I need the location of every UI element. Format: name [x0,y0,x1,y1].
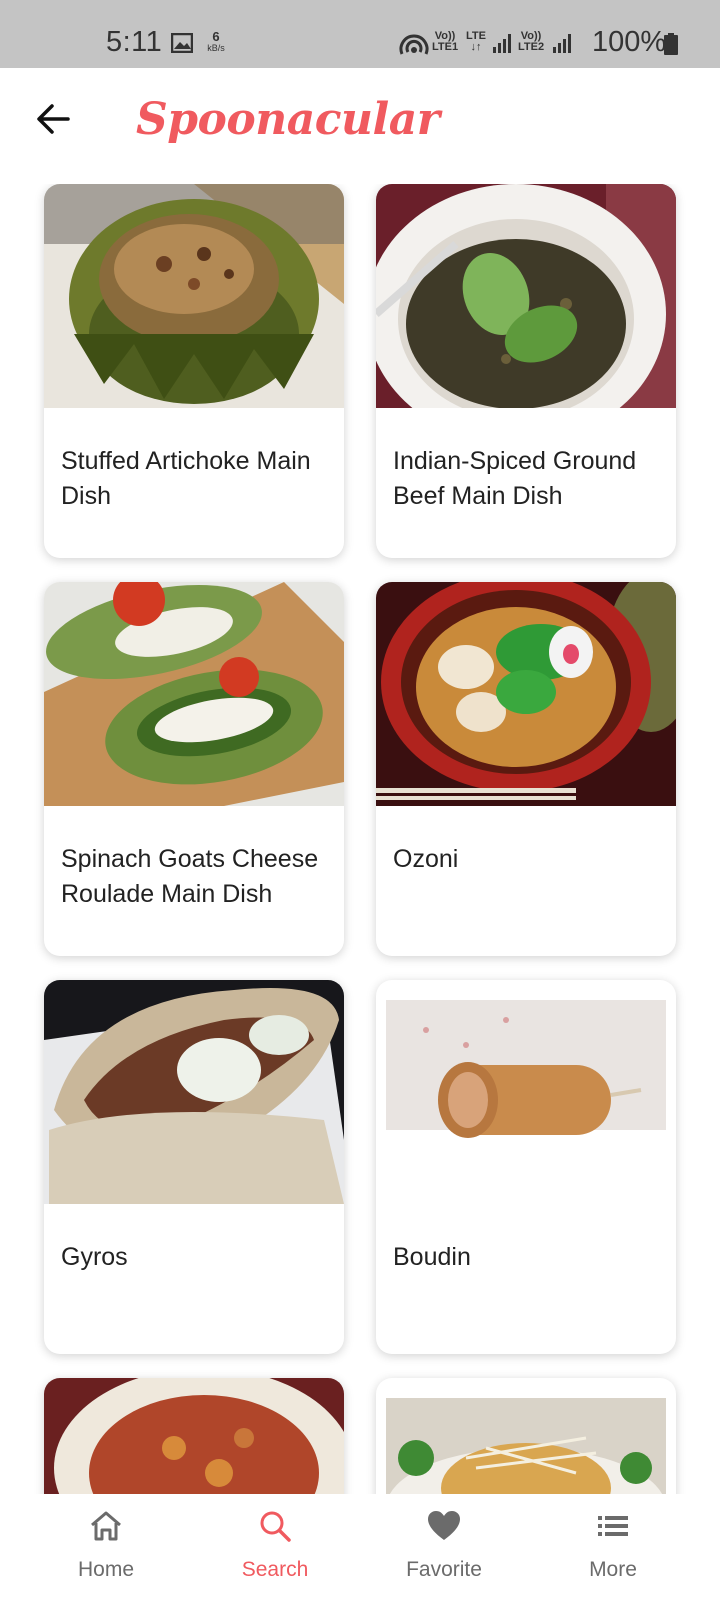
recipe-title: Ozoni [393,845,459,873]
sim1-bottom: LTE1 [432,41,459,53]
app-title: Spoonacular [136,94,440,145]
hotspot-icon [399,34,429,55]
nav-more-label: More [589,1558,637,1581]
nav-home-label: Home [77,1558,135,1581]
nav-search-label: Search [241,1558,309,1581]
nav-favorite[interactable]: Favorite [374,1494,514,1600]
recipe-image [386,1000,666,1186]
battery-percent: 100% [592,26,667,58]
status-bar: 5:11 6 kB/s Vo)) LTE1 LTE ↓↑ Vo)) LTE2 1… [0,0,720,68]
nav-more[interactable]: More [543,1494,683,1600]
sim2-bottom: LTE2 [518,41,545,53]
search-icon [260,1511,291,1542]
recipe-image [44,1378,344,1494]
sim1-volte: Vo)) LTE1 [432,31,458,53]
recipe-image [376,184,676,408]
recipe-card[interactable]: Boudin [376,980,676,1354]
app-bar: Spoonacular [0,68,720,184]
status-time: 5:11 [106,26,163,58]
recipe-image [376,582,676,806]
recipe-title: Boudin [393,1243,471,1271]
signal-icon-sim2 [553,34,571,53]
recipe-image [44,184,344,408]
recipe-grid[interactable]: Stuffed Artichoke Main Dish Indian-Spice… [0,184,720,1494]
recipe-card[interactable] [376,1378,676,1494]
back-arrow-icon[interactable] [32,98,74,140]
image-icon [171,33,193,53]
home-icon [91,1511,121,1541]
nav-favorite-label: Favorite [406,1558,482,1581]
battery-icon [664,33,678,55]
speed-unit: kB/s [207,43,225,53]
recipe-card[interactable]: Stuffed Artichoke Main Dish [44,184,344,558]
signal-icon-sim1 [493,34,511,53]
list-icon [598,1516,628,1536]
speed-value: 6 [212,29,220,44]
sim2-volte: Vo)) LTE2 [518,31,544,53]
recipe-title: Spinach Goats Cheese Roulade Main Dish [61,845,319,908]
recipe-image [386,1398,666,1494]
heart-icon [428,1511,460,1540]
data-arrows-icon: ↓↑ [470,41,482,53]
recipe-card[interactable]: Indian-Spiced Ground Beef Main Dish [376,184,676,558]
recipe-card[interactable]: Gyros [44,980,344,1354]
recipe-image [44,980,344,1204]
bottom-navigation: Home Search Favorite More [0,1494,720,1600]
lte-indicator: LTE ↓↑ [466,31,486,53]
recipe-card[interactable] [44,1378,344,1494]
recipe-card[interactable]: Spinach Goats Cheese Roulade Main Dish [44,582,344,956]
nav-home[interactable]: Home [36,1494,176,1600]
recipe-image [44,582,344,806]
recipe-title: Stuffed Artichoke Main Dish [61,447,311,510]
recipe-title: Indian-Spiced Ground Beef Main Dish [393,447,637,510]
network-speed: 6 kB/s [203,30,229,54]
recipe-title: Gyros [61,1243,128,1271]
nav-search[interactable]: Search [205,1494,345,1600]
recipe-card[interactable]: Ozoni [376,582,676,956]
